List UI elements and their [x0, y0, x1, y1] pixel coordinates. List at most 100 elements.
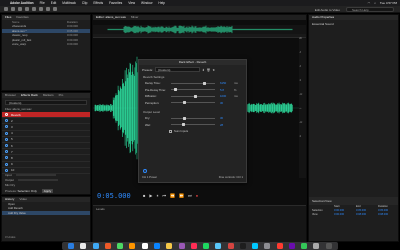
reverb-slider[interactable]: [171, 101, 215, 105]
power-icon[interactable]: [143, 169, 147, 173]
history-item[interactable]: Add Dry Value: [2, 210, 90, 216]
dock-app-icon[interactable]: [301, 243, 308, 249]
tab-editor[interactable]: Editor: aliens_sun.wav: [96, 15, 126, 20]
fast-forward-button[interactable]: ⏩: [179, 193, 184, 198]
power-icon[interactable]: [5, 150, 8, 154]
dock-app-icon[interactable]: [190, 243, 197, 249]
selection-duration[interactable]: 0:05.000: [378, 209, 400, 212]
waveform-view-button[interactable]: [4, 7, 8, 11]
menu-multitrack[interactable]: Multitrack: [62, 1, 76, 5]
power-icon[interactable]: [5, 113, 8, 117]
reverb-slider[interactable]: [171, 81, 215, 85]
menu-effects[interactable]: Effects: [93, 1, 103, 5]
lasso-tool-icon[interactable]: [46, 7, 50, 11]
tab-markers[interactable]: Markers: [43, 93, 54, 98]
preset-select[interactable]: (Custom): [155, 67, 201, 72]
record-button[interactable]: ●: [196, 193, 198, 198]
dock-app-icon[interactable]: [104, 243, 111, 249]
selection-start[interactable]: 0:00.000: [334, 209, 356, 212]
dry-value[interactable]: 30: [220, 116, 234, 120]
tab-effects-rack[interactable]: Effects Rack: [21, 93, 38, 98]
go-to-start-button[interactable]: ⏮: [163, 193, 167, 198]
overview-waveform[interactable]: [93, 25, 306, 34]
slider-value[interactable]: 6150: [220, 81, 234, 85]
dock-app-icon[interactable]: [141, 243, 148, 249]
tab-pro[interactable]: Pro: [59, 93, 64, 98]
dock-app-icon[interactable]: [68, 243, 75, 249]
dock-app-icon[interactable]: [80, 243, 87, 249]
sum-inputs-checkbox[interactable]: Sum Inputs: [139, 129, 246, 133]
slider-value[interactable]: 1000: [220, 94, 234, 98]
razor-tool-icon[interactable]: [25, 7, 29, 11]
stop-button[interactable]: ■: [143, 193, 145, 198]
pause-button[interactable]: ⏸: [157, 193, 159, 198]
dock-app-icon[interactable]: [288, 243, 295, 249]
slider-value[interactable]: 5.8: [220, 88, 234, 92]
dock-app-icon[interactable]: [178, 243, 185, 249]
view-end[interactable]: 0:08.000: [356, 213, 378, 216]
tab-audio-properties[interactable]: Audio Properties: [312, 15, 334, 20]
dock-app-icon[interactable]: [166, 243, 173, 249]
power-icon[interactable]: [5, 156, 8, 160]
dock-app-icon[interactable]: [117, 243, 124, 249]
menu-clip[interactable]: Clip: [82, 1, 88, 5]
power-icon[interactable]: [5, 137, 8, 141]
view-duration[interactable]: 0:08.000: [378, 213, 400, 216]
power-icon[interactable]: [5, 125, 8, 129]
essential-sound-heading[interactable]: Essential Sound: [309, 20, 398, 28]
tab-video[interactable]: Video: [19, 197, 27, 202]
apply-button[interactable]: Apply: [41, 189, 54, 193]
dock-app-icon[interactable]: [252, 243, 259, 249]
current-timecode[interactable]: 0:05.000: [97, 192, 131, 200]
power-icon[interactable]: [5, 144, 8, 148]
menu-favorites[interactable]: Favorites: [109, 1, 122, 5]
selection-tool-icon[interactable]: [32, 7, 36, 11]
multitrack-view-button[interactable]: [11, 7, 15, 11]
tab-files[interactable]: Files: [5, 15, 11, 20]
delete-preset-icon[interactable]: 🗑: [207, 68, 211, 72]
dry-slider-handle[interactable]: [183, 116, 187, 120]
slider-handle[interactable]: [193, 94, 197, 98]
slider-value[interactable]: 30: [220, 101, 234, 105]
dock-app-icon[interactable]: [239, 243, 246, 249]
power-icon[interactable]: [5, 131, 8, 135]
process-select[interactable]: Selection Only: [18, 189, 37, 193]
wet-slider-handle[interactable]: [182, 123, 186, 127]
dock-app-icon[interactable]: [325, 243, 332, 249]
selection-end[interactable]: 0:05.000: [356, 209, 378, 212]
brush-tool-icon[interactable]: [53, 7, 57, 11]
dock-app-icon[interactable]: [129, 243, 136, 249]
mix-control[interactable]: Mix Dry: [5, 183, 15, 187]
dock-app-icon[interactable]: [203, 243, 210, 249]
favorite-star-icon[interactable]: ★: [212, 68, 215, 72]
dry-slider[interactable]: [171, 116, 215, 120]
menu-edit[interactable]: Edit: [51, 1, 57, 5]
dock-app-icon[interactable]: [313, 243, 320, 249]
move-tool-icon[interactable]: [18, 7, 22, 11]
file-row[interactable]: voice_warp 0:00.000: [2, 42, 90, 46]
marquee-tool-icon[interactable]: [39, 7, 43, 11]
tab-mixer[interactable]: Mixer: [131, 15, 138, 20]
wet-slider[interactable]: [171, 123, 215, 127]
menu-file[interactable]: File: [40, 1, 45, 5]
menu-window[interactable]: Window: [141, 1, 152, 5]
view-start[interactable]: 0:00.000: [334, 213, 356, 216]
search-help-input[interactable]: Search Help: [346, 7, 394, 12]
wifi-icon[interactable]: ◠: [368, 1, 371, 5]
dock-app-icon[interactable]: [264, 243, 271, 249]
go-to-end-button[interactable]: ⏭: [188, 193, 192, 198]
menu-help[interactable]: Help: [158, 1, 165, 5]
slider-handle[interactable]: [183, 101, 187, 105]
menu-view[interactable]: View: [128, 1, 135, 5]
reverb-slider[interactable]: [171, 88, 215, 92]
selection-view-heading[interactable]: Selection/View: [309, 197, 398, 205]
workspace-selector[interactable]: Edit Audio to Video: [315, 8, 340, 12]
app-menu[interactable]: Adobe Audition: [10, 1, 34, 5]
checkbox-box[interactable]: [169, 129, 172, 133]
clock[interactable]: Tue 4:57 PM: [380, 1, 397, 5]
dock-app-icon[interactable]: [227, 243, 234, 249]
power-icon[interactable]: [5, 168, 8, 172]
slider-handle[interactable]: [202, 81, 206, 85]
power-icon[interactable]: [5, 162, 8, 166]
rack-preset-select[interactable]: (Custom): [5, 100, 87, 105]
